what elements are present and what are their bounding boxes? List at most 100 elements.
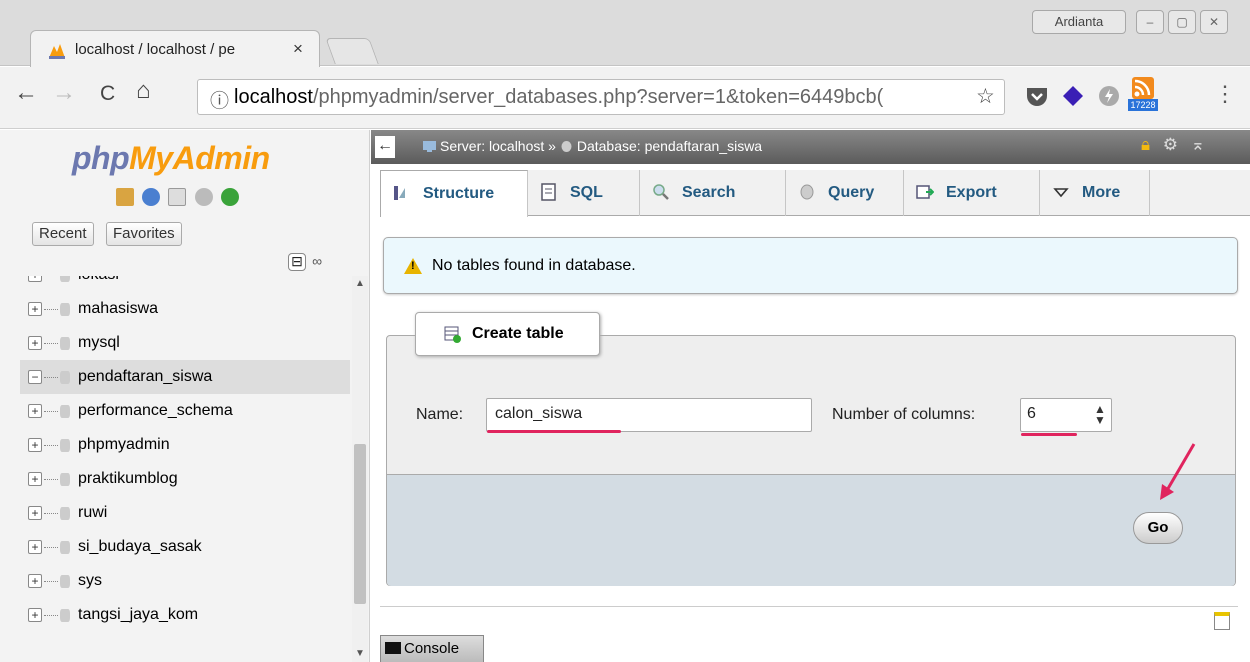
favorites-tab[interactable]: Favorites xyxy=(106,222,182,246)
expand-icon[interactable]: + xyxy=(28,608,42,622)
console-icon xyxy=(385,642,401,654)
tree-item-tangsi-jaya-kom[interactable]: + tangsi_jaya_kom xyxy=(20,598,350,632)
database-name[interactable]: tangsi_jaya_kom xyxy=(78,598,198,632)
tab-query[interactable]: Query xyxy=(786,170,904,216)
tab-structure[interactable]: Structure xyxy=(380,170,528,217)
gear-icon[interactable]: ⚙ xyxy=(1163,135,1178,154)
tree-item-phpmyadmin[interactable]: + phpmyadmin xyxy=(20,428,350,462)
phpmyadmin-logo[interactable]: phpMyAdmin xyxy=(72,140,270,177)
expand-icon[interactable]: + xyxy=(28,276,42,282)
expand-icon[interactable]: + xyxy=(28,506,42,520)
database-name[interactable]: performance_schema xyxy=(78,394,233,428)
docs-icon[interactable] xyxy=(168,188,187,206)
tree-controls: ⊟ ∞ xyxy=(288,253,322,271)
database-name[interactable]: mahasiswa xyxy=(78,292,158,326)
sql-icon xyxy=(541,183,556,201)
tab-search[interactable]: Search xyxy=(640,170,786,216)
tree-scrollbar[interactable]: ▲ ▼ xyxy=(352,276,368,662)
scroll-up-icon[interactable]: ▲ xyxy=(355,278,365,289)
maximize-button[interactable]: ▢ xyxy=(1168,10,1196,34)
help-icon[interactable] xyxy=(142,188,161,206)
tab-close-icon[interactable]: × xyxy=(293,39,303,59)
expand-icon[interactable]: + xyxy=(28,472,42,486)
back-arrow-icon[interactable]: ← xyxy=(14,79,38,107)
scrollbar-thumb[interactable] xyxy=(354,444,366,604)
browser-menu-icon[interactable]: ⋮ xyxy=(1214,81,1236,107)
expand-icon[interactable]: + xyxy=(28,438,42,452)
breadcrumb-database[interactable]: Database: pendaftaran_siswa xyxy=(577,138,762,154)
tree-item-lokasi[interactable]: + lokasi xyxy=(20,276,350,292)
close-window-button[interactable]: ✕ xyxy=(1200,10,1228,34)
new-tab-button[interactable] xyxy=(325,38,379,64)
database-name[interactable]: si_budaya_sasak xyxy=(78,530,202,564)
database-icon xyxy=(60,609,70,622)
browser-tab[interactable]: localhost / localhost / pe × xyxy=(30,30,320,68)
expand-icon[interactable]: + xyxy=(28,302,42,316)
scroll-down-icon[interactable]: ▼ xyxy=(355,648,365,659)
table-name-label: Name: xyxy=(416,406,464,423)
address-text: localhost/phpmyadmin/server_databases.ph… xyxy=(234,86,969,109)
tree-item-ruwi[interactable]: + ruwi xyxy=(20,496,350,530)
expand-icon[interactable]: + xyxy=(28,574,42,588)
notes-icon[interactable] xyxy=(1214,612,1230,630)
recent-tab[interactable]: Recent xyxy=(32,222,94,246)
notice-message: No tables found in database. xyxy=(432,257,636,274)
rss-extension-icon[interactable]: 17228 xyxy=(1128,77,1158,113)
home-icon[interactable]: ⌂ xyxy=(136,77,151,105)
home-icon[interactable] xyxy=(116,188,134,206)
console-toggle[interactable]: Console xyxy=(380,635,484,662)
tree-item-sys[interactable]: + sys xyxy=(20,564,350,598)
tree-connector xyxy=(44,513,58,514)
back-arrow-icon[interactable]: ← xyxy=(375,136,395,158)
tab-sql[interactable]: SQL xyxy=(528,170,640,216)
expand-icon[interactable]: + xyxy=(28,336,42,350)
collapse-icon[interactable]: ⌅ xyxy=(1191,135,1205,154)
bolt-extension-icon[interactable] xyxy=(1096,83,1122,109)
expand-icon[interactable]: + xyxy=(28,540,42,554)
database-name[interactable]: mysql xyxy=(78,326,120,360)
breadcrumb-server[interactable]: Server: localhost xyxy=(440,138,544,154)
tree-item-mysql[interactable]: + mysql xyxy=(20,326,350,360)
expand-icon[interactable]: + xyxy=(28,404,42,418)
tree-connector xyxy=(44,547,58,548)
database-name[interactable]: lokasi xyxy=(78,276,119,292)
forward-arrow-icon[interactable]: → xyxy=(52,79,76,107)
database-name[interactable]: ruwi xyxy=(78,496,107,530)
database-name[interactable]: phpmyadmin xyxy=(78,428,170,462)
site-info-icon[interactable]: ⓘ xyxy=(210,86,229,113)
collapse-icon[interactable]: − xyxy=(28,370,42,384)
bookmark-star-icon[interactable]: ☆ xyxy=(976,84,995,109)
link-icon[interactable]: ∞ xyxy=(312,253,322,269)
reload-icon[interactable] xyxy=(220,188,239,206)
logo-my: My xyxy=(129,140,173,176)
number-spinner-icon[interactable]: ▲ ▼ xyxy=(1094,403,1106,426)
tab-more[interactable]: More xyxy=(1040,170,1150,216)
go-button[interactable]: Go xyxy=(1133,512,1183,544)
tab-title: localhost / localhost / pe xyxy=(75,41,236,58)
lock-icon[interactable]: 🔒︎ xyxy=(1141,135,1150,154)
tab-label: SQL xyxy=(570,184,603,201)
reload-icon[interactable]: C xyxy=(100,82,115,106)
profile-button[interactable]: Ardianta xyxy=(1032,10,1126,34)
address-bar[interactable]: ⓘ localhost/phpmyadmin/server_databases.… xyxy=(197,79,1005,115)
columns-label: Number of columns: xyxy=(832,406,976,423)
console-label: Console xyxy=(404,640,460,657)
tree-item-performance-schema[interactable]: + performance_schema xyxy=(20,394,350,428)
collapse-all-icon[interactable]: ⊟ xyxy=(288,253,306,271)
database-name[interactable]: pendaftaran_siswa xyxy=(78,360,212,394)
diamond-extension-icon[interactable] xyxy=(1060,83,1086,109)
tree-item-praktikumblog[interactable]: + praktikumblog xyxy=(20,462,350,496)
query-icon xyxy=(800,184,814,200)
tree-connector xyxy=(44,581,58,582)
settings-icon[interactable] xyxy=(194,188,213,206)
tree-item-si-budaya-sasak[interactable]: + si_budaya_sasak xyxy=(20,530,350,564)
table-name-input[interactable]: calon_siswa xyxy=(486,398,812,432)
database-icon xyxy=(60,507,70,520)
pocket-icon[interactable] xyxy=(1024,83,1050,109)
tab-export[interactable]: Export xyxy=(904,170,1040,216)
tree-item-pendaftaran-siswa[interactable]: − pendaftaran_siswa xyxy=(20,360,350,394)
tree-item-mahasiswa[interactable]: + mahasiswa xyxy=(20,292,350,326)
database-name[interactable]: praktikumblog xyxy=(78,462,178,496)
database-name[interactable]: sys xyxy=(78,564,102,598)
minimize-button[interactable]: – xyxy=(1136,10,1164,34)
